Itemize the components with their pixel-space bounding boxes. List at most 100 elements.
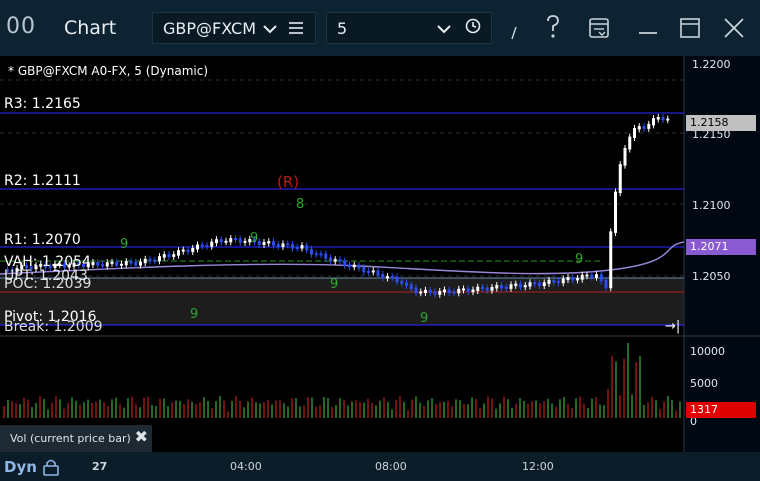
- candle-body: [604, 279, 608, 289]
- menu-icon[interactable]: [289, 19, 303, 38]
- minimize-icon[interactable]: [637, 17, 659, 44]
- price-tick: 1.2200: [692, 58, 731, 71]
- template-icon[interactable]: [588, 17, 610, 44]
- candle-body: [656, 116, 660, 120]
- candle-body: [571, 277, 575, 281]
- candle-body: [528, 282, 532, 287]
- candle-body: [666, 118, 670, 121]
- time-tick: 12:00: [522, 460, 554, 473]
- candle-body: [343, 260, 347, 266]
- candle-body: [433, 291, 437, 295]
- candle-body: [367, 270, 370, 273]
- close-icon[interactable]: ✖: [135, 427, 148, 446]
- symbol-select[interactable]: GBP@FXCM: [152, 12, 316, 44]
- candle-body: [405, 282, 408, 286]
- candle-body: [652, 118, 655, 126]
- candle-body: [272, 241, 275, 246]
- candle-body: [134, 262, 138, 266]
- candle-body: [386, 276, 389, 279]
- candle-body: [452, 291, 456, 294]
- candle-body: [542, 282, 546, 287]
- candle-body: [129, 261, 133, 264]
- candle-body: [333, 259, 337, 262]
- maximize-icon[interactable]: [679, 17, 701, 44]
- volume-panel-title: Vol (current price bar) ✖: [0, 425, 152, 452]
- candle-body: [481, 286, 484, 290]
- chevron-down-icon[interactable]: [263, 19, 277, 38]
- candle-body: [552, 279, 556, 283]
- candle-body: [500, 284, 503, 289]
- candle-body: [443, 289, 446, 293]
- title-bar: 00 Chart GBP@FXCM 5: [0, 0, 760, 56]
- setup-count-label: 9: [250, 231, 258, 246]
- price-chart-canvas[interactable]: (R) 9 8 9 9 9 9 9 →|: [0, 56, 760, 481]
- candle-body: [471, 289, 475, 293]
- chart-area[interactable]: (R) 9 8 9 9 9 9 9 →|: [0, 56, 760, 481]
- candle-body: [120, 263, 123, 266]
- candle-body: [286, 243, 290, 246]
- candle-body: [110, 261, 114, 264]
- candle-body: [124, 261, 128, 266]
- candle-body: [424, 289, 427, 294]
- candle-body: [348, 264, 351, 268]
- candle-body: [476, 286, 480, 292]
- candle-body: [181, 249, 185, 252]
- candle-body: [566, 277, 570, 281]
- candle-body: [585, 274, 589, 277]
- app-icon: 00: [6, 14, 36, 39]
- candle-body: [409, 284, 413, 290]
- dynamic-label[interactable]: Dyn: [4, 458, 37, 476]
- candle-body: [376, 270, 380, 276]
- candle-body: [167, 254, 171, 257]
- last-price-tag: 1.2158: [686, 115, 756, 131]
- volume-tick: 5000: [690, 377, 718, 390]
- candle-body: [595, 274, 598, 278]
- candle-body: [200, 244, 204, 247]
- candle-body: [310, 248, 313, 255]
- candle-body: [580, 274, 584, 280]
- scroll-to-end-icon: →|: [665, 319, 680, 334]
- candle-body: [495, 284, 499, 289]
- r2-label: R2: 1.2111: [4, 173, 81, 189]
- r1-price-tag: 1.2071: [686, 239, 756, 255]
- candle-body: [162, 254, 166, 258]
- interval-value[interactable]: 5: [337, 19, 437, 38]
- candle-body: [91, 261, 95, 266]
- candle-body: [647, 123, 651, 129]
- candle-body: [428, 289, 432, 294]
- candle-body: [295, 247, 299, 250]
- candle-body: [447, 289, 451, 294]
- candle-body: [642, 126, 646, 129]
- candle-body: [148, 258, 152, 262]
- candle-body: [234, 238, 237, 241]
- chevron-down-icon[interactable]: [437, 19, 451, 38]
- candle-body: [633, 128, 636, 139]
- candle-body: [314, 253, 318, 256]
- clock-icon[interactable]: [465, 18, 481, 38]
- price-tick: 1.2050: [692, 270, 731, 283]
- candle-body: [637, 126, 641, 130]
- interval-select[interactable]: 5: [326, 12, 492, 44]
- candle-body: [229, 238, 233, 243]
- close-icon[interactable]: [723, 17, 745, 44]
- value-area-band: [0, 278, 684, 325]
- symbol-value[interactable]: GBP@FXCM: [163, 19, 259, 38]
- candle-body: [357, 264, 361, 269]
- pencil-icon[interactable]: [510, 26, 518, 44]
- candle-body: [523, 285, 527, 288]
- setup-count-label: 9: [120, 237, 128, 252]
- setup-count-label: 9: [420, 311, 428, 326]
- candle-body: [614, 191, 617, 233]
- candle-body: [538, 282, 541, 287]
- setup-count-label: 9: [575, 252, 583, 267]
- candle-body: [153, 259, 157, 262]
- lock-icon[interactable]: [42, 458, 60, 480]
- candle-body: [490, 286, 494, 291]
- help-icon[interactable]: [545, 14, 561, 45]
- setup-count-label: 8: [296, 197, 304, 212]
- candle-body: [158, 256, 161, 262]
- volume-tick: 10000: [690, 345, 725, 358]
- candle-body: [390, 276, 394, 279]
- reversal-mark: (R): [277, 173, 299, 191]
- candle-body: [143, 258, 147, 264]
